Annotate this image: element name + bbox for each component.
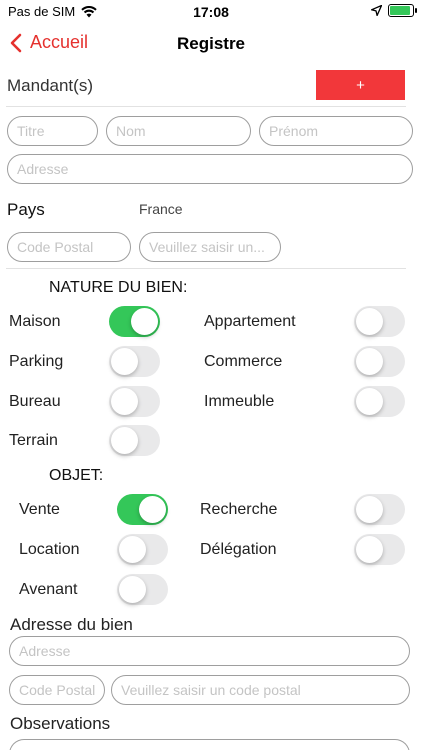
option-recherche-label: Recherche (200, 501, 278, 518)
option-avenant-label: Avenant (19, 581, 78, 598)
option-maison-label: Maison (9, 313, 61, 330)
option-commerce-label: Commerce (204, 353, 283, 370)
location-toggle[interactable] (117, 534, 168, 565)
maison-toggle[interactable] (109, 306, 160, 337)
location-arrow-icon (371, 5, 382, 16)
ville-bien-input[interactable] (111, 675, 410, 705)
option-delegation-label: Délégation (200, 541, 277, 558)
pays-label: Pays (7, 200, 45, 219)
nom-input[interactable] (106, 116, 251, 146)
toggle-knob (356, 308, 383, 335)
immeuble-toggle[interactable] (354, 386, 405, 417)
option-bureau-label: Bureau (9, 393, 61, 410)
recherche-toggle[interactable] (354, 494, 405, 525)
toggle-knob (111, 348, 138, 375)
titre-input[interactable] (7, 116, 98, 146)
toggle-knob (356, 536, 383, 563)
status-right (371, 4, 417, 17)
adresse-input[interactable] (7, 154, 413, 184)
adresse-bien-label: Adresse du bien (10, 615, 133, 634)
page-title: Registre (176, 34, 246, 53)
option-immeuble-label: Immeuble (204, 393, 275, 410)
nature-title: NATURE DU BIEN: (49, 279, 188, 296)
code-postal-input[interactable] (7, 232, 131, 262)
option-terrain-label: Terrain (9, 432, 58, 449)
toggle-knob (111, 427, 138, 454)
status-bar: Pas de SIM 17:08 (0, 0, 422, 22)
toggle-knob (131, 308, 158, 335)
option-appartement-label: Appartement (204, 313, 296, 330)
parking-toggle[interactable] (109, 346, 160, 377)
ville-input[interactable] (139, 232, 281, 262)
toggle-knob (119, 576, 146, 603)
delegation-toggle[interactable] (354, 534, 405, 565)
toggle-knob (356, 496, 383, 523)
nav-bar: Accueil Registre (0, 26, 422, 62)
option-vente-label: Vente (19, 501, 60, 518)
appartement-toggle[interactable] (354, 306, 405, 337)
pays-value[interactable]: France (139, 201, 183, 217)
prenom-input[interactable] (259, 116, 413, 146)
commerce-toggle[interactable] (354, 346, 405, 377)
bureau-toggle[interactable] (109, 386, 160, 417)
observations-label: Observations (10, 714, 111, 733)
divider (6, 106, 406, 107)
adresse-bien-input[interactable] (9, 636, 410, 666)
option-location-label: Location (19, 541, 80, 558)
toggle-knob (356, 388, 383, 415)
mandants-label: Mandant(s) (7, 76, 93, 95)
divider (6, 268, 406, 269)
toggle-knob (111, 388, 138, 415)
toggle-knob (356, 348, 383, 375)
objet-title: OBJET: (49, 467, 104, 484)
terrain-toggle[interactable] (109, 425, 160, 456)
vente-toggle[interactable] (117, 494, 168, 525)
option-parking-label: Parking (9, 353, 64, 370)
toggle-knob (119, 536, 146, 563)
toggle-knob (139, 496, 166, 523)
status-time: 17:08 (193, 4, 229, 20)
add-mandant-button[interactable]: + (316, 70, 405, 100)
code-postal-bien-input[interactable] (9, 675, 105, 705)
observations-input[interactable] (9, 739, 410, 750)
avenant-toggle[interactable] (117, 574, 168, 605)
battery-icon (388, 4, 417, 17)
